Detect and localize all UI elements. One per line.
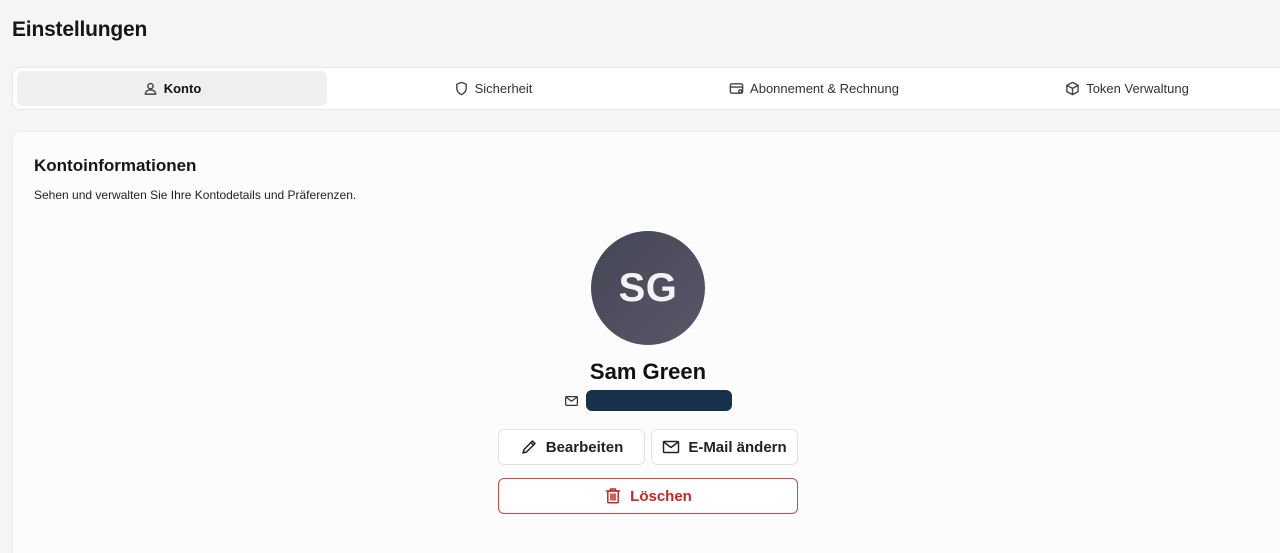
delete-button[interactable]: Löschen xyxy=(498,478,798,514)
account-card: Kontoinformationen Sehen und verwalten S… xyxy=(12,131,1280,553)
change-email-button[interactable]: E-Mail ändern xyxy=(651,429,798,465)
edit-button[interactable]: Bearbeiten xyxy=(498,429,645,465)
card-description: Sehen und verwalten Sie Ihre Kontodetail… xyxy=(34,188,357,202)
tab-token-verwaltung[interactable]: Token Verwaltung xyxy=(969,71,1280,106)
edit-button-label: Bearbeiten xyxy=(545,438,624,456)
card-title: Kontoinformationen xyxy=(34,156,197,175)
tab-label: Sicherheit xyxy=(474,81,533,96)
box-icon xyxy=(1066,81,1080,96)
shield-icon xyxy=(455,81,467,96)
mail-icon xyxy=(565,395,578,406)
tab-label: Token Verwaltung xyxy=(1086,81,1189,96)
tab-sicherheit[interactable]: Sicherheit xyxy=(327,71,659,106)
page-title: Einstellungen xyxy=(12,18,148,41)
avatar: SG xyxy=(591,231,705,345)
user-name: Sam Green xyxy=(589,359,707,384)
trash-icon xyxy=(605,488,621,504)
credit-card-icon xyxy=(729,83,744,94)
user-icon xyxy=(144,82,157,95)
avatar-initials: SG xyxy=(618,265,678,310)
tab-abonnement[interactable]: Abonnement & Rechnung xyxy=(659,71,969,106)
mail-icon xyxy=(663,440,680,454)
email-redacted xyxy=(586,390,732,411)
pencil-icon xyxy=(521,440,536,454)
delete-button-label: Löschen xyxy=(630,487,692,505)
email-row xyxy=(565,390,732,411)
settings-tabs: Konto Sicherheit Abonnement & Rechnung T… xyxy=(12,67,1280,110)
tab-konto[interactable]: Konto xyxy=(17,71,327,106)
tab-label: Konto xyxy=(163,81,202,96)
change-email-button-label: E-Mail ändern xyxy=(688,438,787,456)
tab-label: Abonnement & Rechnung xyxy=(750,81,899,96)
